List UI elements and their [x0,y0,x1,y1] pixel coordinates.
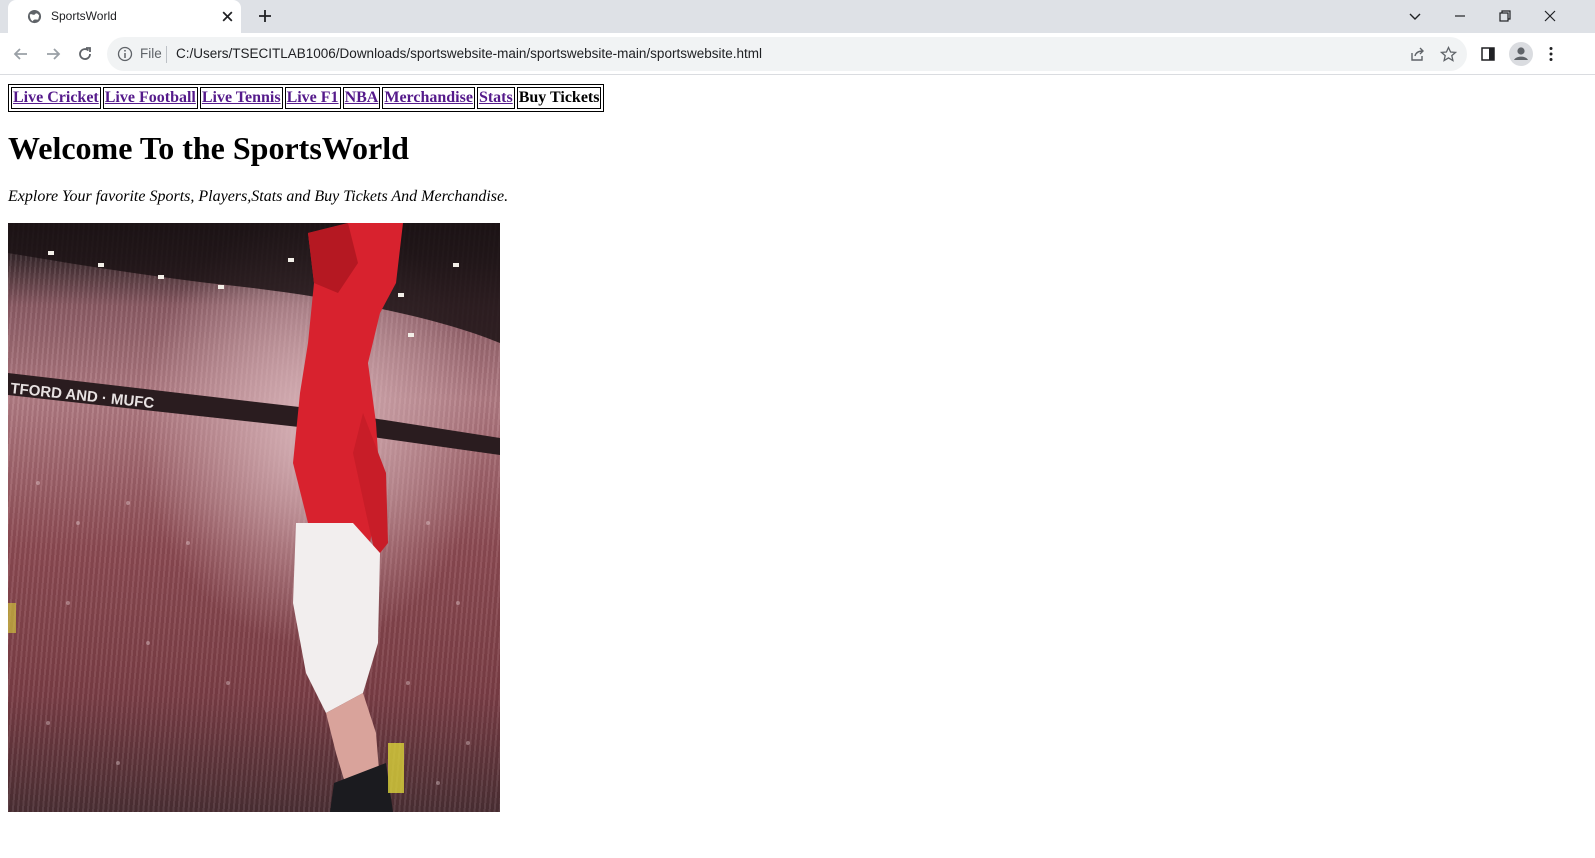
tab-title: SportsWorld [51,9,117,23]
browser-tab[interactable]: SportsWorld [8,0,241,33]
minimize-icon[interactable] [1451,7,1469,25]
page-title: Welcome To the SportsWorld [8,130,409,166]
profile-icon[interactable] [1509,42,1533,66]
nav-link-merchandise[interactable]: Merchandise [384,89,473,106]
nav-cell: Live Football [102,87,198,109]
info-icon[interactable] [117,46,133,62]
page-tagline: Explore Your favorite Sports, Players,St… [8,188,509,205]
nav-link-live-football[interactable]: Live Football [105,89,196,106]
address-bar[interactable]: File C:/Users/TSECITLAB1006/Downloads/sp… [107,37,1467,71]
nav-cell: Stats [476,87,515,109]
nav-link-live-f1[interactable]: Live F1 [287,89,339,106]
nav-cell: Buy Tickets [516,87,602,109]
nav-link-stats[interactable]: Stats [479,89,513,106]
window-close-icon[interactable] [1541,7,1559,25]
nav-cell: Merchandise [382,87,475,109]
back-arrow-icon[interactable] [12,45,30,63]
hero-graphic: TFORD AND · MUFC [8,223,500,812]
browser-toolbar: File C:/Users/TSECITLAB1006/Downloads/sp… [0,33,1595,75]
close-icon[interactable] [221,10,234,23]
nav-cell: Live F1 [284,87,341,109]
kebab-menu-icon[interactable] [1542,45,1560,63]
nav-cell: NBA [342,87,381,109]
web-page: Live Cricket Live Football Live Tennis L… [0,76,1595,858]
plus-icon[interactable] [257,8,273,24]
nav-cell: Live Tennis [199,87,283,109]
nav-link-nba[interactable]: NBA [345,89,379,106]
star-icon[interactable] [1440,46,1457,63]
tab-strip: SportsWorld [0,0,1595,33]
nav-cell: Live Cricket [11,87,101,109]
share-icon[interactable] [1409,46,1426,63]
restore-icon[interactable] [1496,7,1514,25]
globe-icon [27,9,42,24]
scheme-label: File [140,46,162,61]
nav-table: Live Cricket Live Football Live Tennis L… [8,84,605,112]
nav-link-live-cricket[interactable]: Live Cricket [13,89,99,106]
nav-link-live-tennis[interactable]: Live Tennis [202,89,281,106]
forward-arrow-icon[interactable] [44,45,62,63]
reload-icon[interactable] [76,45,94,63]
hero-animation-image: TFORD AND · MUFC [8,223,500,812]
url-text[interactable]: C:/Users/TSECITLAB1006/Downloads/sportsw… [176,46,762,61]
omnibox-divider [166,46,167,63]
chevron-down-icon[interactable] [1406,7,1424,25]
nav-buy-tickets[interactable]: Buy Tickets [519,89,600,106]
side-panel-icon[interactable] [1479,45,1497,63]
